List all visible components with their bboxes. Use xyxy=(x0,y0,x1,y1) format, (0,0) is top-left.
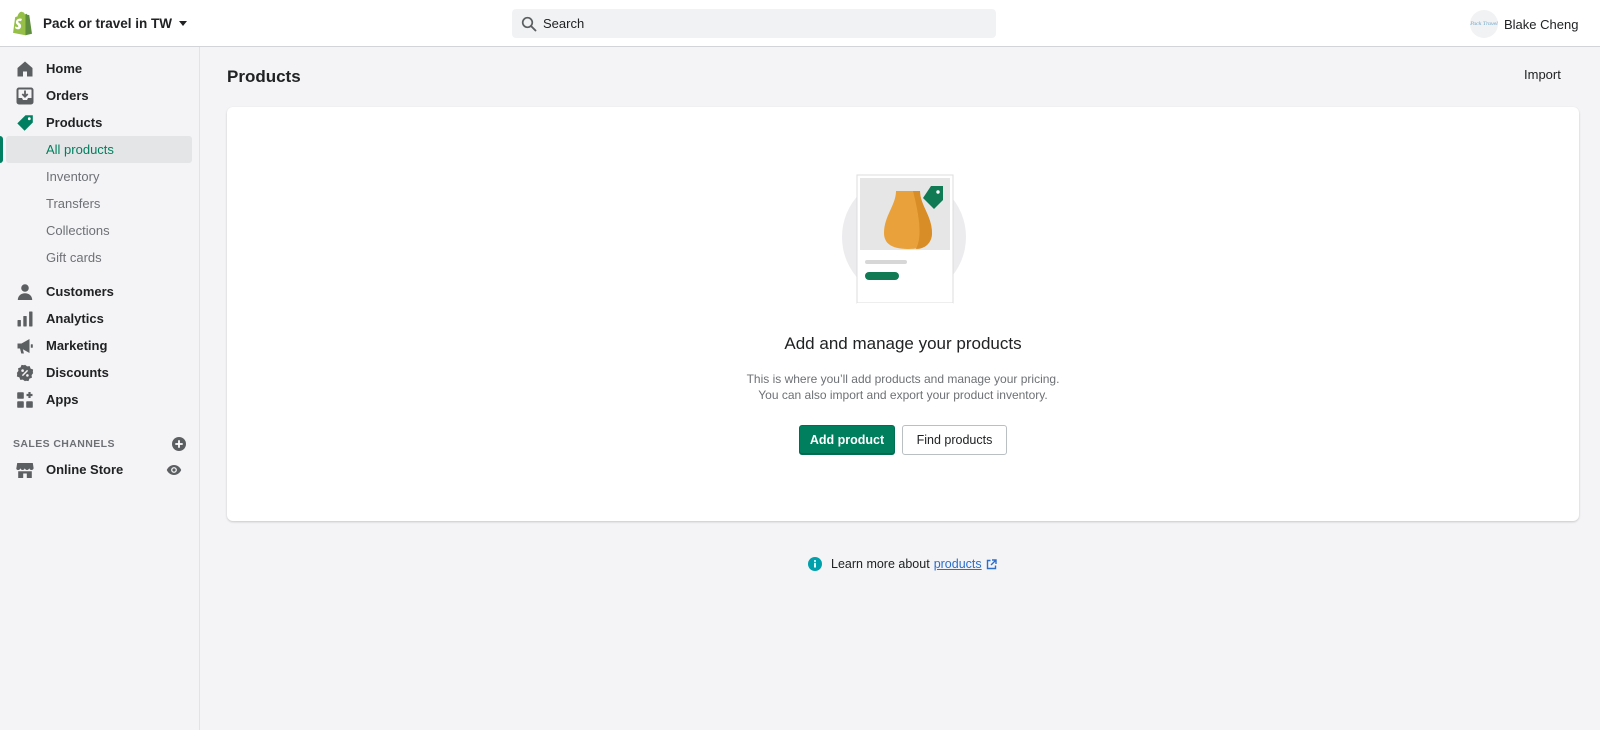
sidebar-subitem-all-products[interactable]: All products xyxy=(0,136,200,163)
sidebar-item-orders[interactable]: Orders xyxy=(0,82,200,109)
products-help-link[interactable]: products xyxy=(934,557,982,571)
sidebar-item-marketing[interactable]: Marketing xyxy=(0,332,200,359)
sidebar-subitem-label: Gift cards xyxy=(46,250,102,265)
product-illustration xyxy=(842,174,966,319)
store-switcher[interactable]: Pack or travel in TW xyxy=(10,10,188,36)
sidebar-item-discounts[interactable]: Discounts xyxy=(0,359,200,386)
store-name: Pack or travel in TW xyxy=(43,15,173,31)
home-icon xyxy=(16,60,34,78)
import-button[interactable]: Import xyxy=(1524,67,1561,82)
sidebar-item-label: Home xyxy=(46,61,83,76)
search-bar[interactable] xyxy=(512,9,996,38)
sidebar-item-customers[interactable]: Customers xyxy=(0,278,200,305)
learn-more: Learn more about products xyxy=(808,555,997,573)
learn-more-text: Learn more about xyxy=(831,557,930,571)
sidebar-item-label: Orders xyxy=(46,88,89,103)
bar-chart-icon xyxy=(16,310,34,328)
sidebar-subitem-label: All products xyxy=(46,142,114,157)
sidebar-item-apps[interactable]: Apps xyxy=(0,386,200,413)
sidebar-subitem-label: Inventory xyxy=(46,169,100,184)
add-sales-channel-icon[interactable] xyxy=(171,436,187,452)
store-icon xyxy=(16,461,34,479)
sidebar-subitem-label: Transfers xyxy=(46,196,101,211)
sidebar-subitem-gift-cards[interactable]: Gift cards xyxy=(0,244,200,271)
megaphone-icon xyxy=(16,337,34,355)
empty-state-title: Add and manage your products xyxy=(784,334,1022,353)
sidebar-item-label: Products xyxy=(46,115,103,130)
discount-icon xyxy=(16,364,34,382)
sidebar-subitem-inventory[interactable]: Inventory xyxy=(0,163,200,190)
search-input[interactable] xyxy=(543,16,983,31)
page-title: Products xyxy=(227,67,301,86)
sidebar-subitem-label: Collections xyxy=(46,223,110,238)
empty-state-line-2: You can also import and export your prod… xyxy=(758,388,1048,402)
sales-channels-heading: SALES CHANNELS xyxy=(13,434,187,454)
find-products-button[interactable]: Find products xyxy=(902,425,1007,455)
empty-state-card: Add and manage your products This is whe… xyxy=(227,107,1579,521)
caret-down-icon xyxy=(179,20,188,26)
top-bar: Pack or travel in TW Pack Travel Blake C… xyxy=(0,0,1600,47)
user-name: Blake Cheng xyxy=(1504,16,1579,32)
sidebar-item-label: Customers xyxy=(46,284,114,299)
sidebar-item-online-store[interactable]: Online Store xyxy=(0,456,200,483)
external-link-icon[interactable] xyxy=(986,558,997,570)
eye-icon[interactable] xyxy=(166,462,182,478)
sidebar-subitem-transfers[interactable]: Transfers xyxy=(0,190,200,217)
sidebar-item-label: Discounts xyxy=(46,365,109,380)
user-menu[interactable]: Pack Travel Blake Cheng xyxy=(1470,9,1600,39)
active-indicator xyxy=(0,136,3,163)
avatar: Pack Travel xyxy=(1470,10,1498,38)
shopify-logo-icon xyxy=(13,11,32,36)
sidebar-item-label: Apps xyxy=(46,392,79,407)
sidebar-item-analytics[interactable]: Analytics xyxy=(0,305,200,332)
sales-channels-label: SALES CHANNELS xyxy=(13,438,115,450)
empty-state-description: This is where you’ll add products and ma… xyxy=(227,371,1579,403)
orders-icon xyxy=(16,87,34,105)
sidebar-item-label: Online Store xyxy=(46,462,124,477)
tag-icon xyxy=(16,114,34,132)
sidebar-subitem-collections[interactable]: Collections xyxy=(0,217,200,244)
sidebar: Home Orders Products All products Invent… xyxy=(0,47,200,730)
search-icon xyxy=(521,16,537,31)
sidebar-item-label: Analytics xyxy=(46,311,104,326)
empty-state-line-1: This is where you’ll add products and ma… xyxy=(746,372,1060,386)
person-icon xyxy=(16,283,34,301)
sidebar-item-products[interactable]: Products xyxy=(0,109,200,136)
add-product-button[interactable]: Add product xyxy=(799,425,895,455)
apps-icon xyxy=(16,391,34,409)
info-icon xyxy=(808,557,822,571)
sidebar-item-label: Marketing xyxy=(46,338,108,353)
sidebar-item-home[interactable]: Home xyxy=(0,55,200,82)
